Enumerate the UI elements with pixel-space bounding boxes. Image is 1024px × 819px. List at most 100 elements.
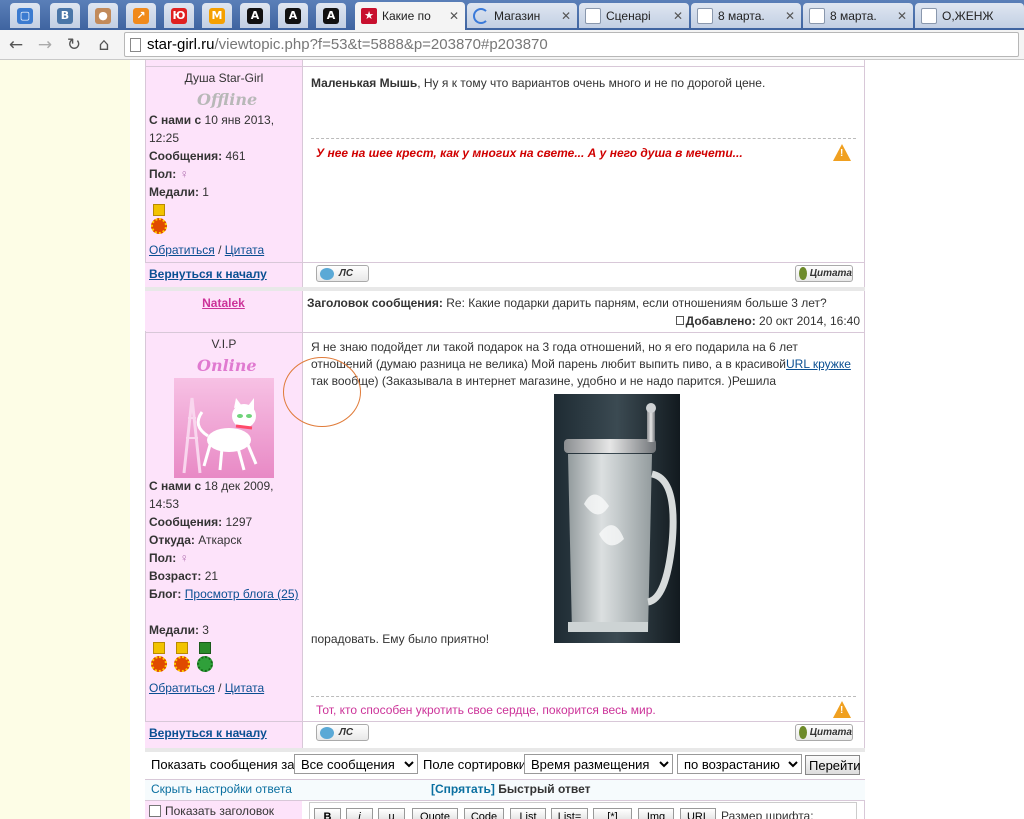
show-subject-checkbox[interactable] [149,805,161,817]
chart-icon: ↗ [133,7,149,24]
tab-title: 8 марта. [830,8,877,23]
female-icon: ♀ [179,167,189,181]
pm-button[interactable]: ЛС [316,265,369,282]
tab-active[interactable]: ★ Какие по ✕ [355,2,465,30]
img-button[interactable]: Img [638,808,674,819]
post-author-link[interactable]: Natalek [145,296,302,310]
beer-mug-image [554,394,680,643]
blog-link[interactable]: Просмотр блога (25) [185,587,299,601]
pinned-tab[interactable]: M [202,3,232,28]
quote-link[interactable]: Цитата [225,681,264,695]
page-icon [697,7,713,24]
show-label: Показать сообщения за: [151,757,299,772]
url-button[interactable]: URL [680,808,716,819]
quote-button[interactable]: Цитата [795,265,853,282]
pinned-tab[interactable]: ▢ [10,3,40,28]
tab[interactable]: Сценарі ✕ [579,3,689,28]
medal-icon [196,642,214,672]
sort-field-select[interactable]: Время размещения [524,754,673,774]
user-joined: С нами с 18 дек 2009, 14:53 [149,479,274,511]
browser-toolbar: ← → ↻ ⌂ star-girl.ru/viewtopic.php?f=53&… [0,30,1024,60]
quote-icon [799,267,807,280]
tab-title: О,ЖЕНЖ [942,8,994,23]
home-icon[interactable]: ⌂ [93,34,115,56]
contact-link[interactable]: Обратиться [149,681,215,695]
pm-icon [320,726,334,739]
user-gender: Пол: ♀ [149,551,189,565]
page-icon [809,7,825,24]
back-arrow-icon[interactable]: ← [5,34,27,56]
tab[interactable]: 8 марта. ✕ [803,3,913,28]
quote-icon [799,726,807,739]
list-item-button[interactable]: [*] [593,808,632,819]
italic-button[interactable]: i [346,808,373,819]
user-age: Возраст: 21 [149,569,219,583]
signature-text: У нее на шее крест, как у многих на свет… [316,146,743,160]
back-to-top-link[interactable]: Вернуться к началу [149,726,267,740]
post-subject: Заголовок сообщения: Re: Какие подарки д… [307,296,827,310]
report-warning-icon[interactable]: ! [833,144,851,161]
medal-icon [150,204,168,234]
vk-icon: В [57,7,73,24]
female-icon: ♀ [179,551,189,565]
sort-direction-select[interactable]: по возрастанию [677,754,802,774]
hide-reply-link[interactable]: [Спрятать] [431,782,495,796]
profile-links: Обратиться / Цитата [149,681,265,695]
quote-link[interactable]: Цитата [225,243,264,257]
pinned-tab[interactable]: ● [88,3,118,28]
hand-drawn-circle [283,357,361,427]
go-button[interactable]: Перейти [805,755,861,775]
pinned-tab[interactable]: A [278,3,308,28]
pinned-tab[interactable]: Ю [164,3,194,28]
star-icon: ★ [361,8,377,24]
tab[interactable]: О,ЖЕНЖ [915,3,1024,28]
avatar[interactable] [174,378,274,478]
signature-divider [311,696,856,697]
page-icon [585,7,601,24]
hide-settings-link[interactable]: Скрыть настройки ответа [151,782,292,796]
code-button[interactable]: Code [464,808,504,819]
close-icon[interactable]: ✕ [561,9,571,23]
user-messages: Сообщения: 1297 [149,515,253,529]
user-joined: С нами с 10 янв 2013, 12:25 [149,113,275,145]
reload-icon[interactable]: ↻ [63,34,85,56]
table-border-left [145,60,146,819]
forward-arrow-icon[interactable]: → [34,34,56,56]
loading-icon [473,7,489,24]
pinned-tab[interactable]: В [50,3,80,28]
tab[interactable]: 8 марта. ✕ [691,3,801,28]
forum-topic: Душа Star-Girl Offline С нами с 10 янв 2… [145,60,865,819]
medal-icon [173,642,191,672]
online-status: Online [197,356,257,375]
close-icon[interactable]: ✕ [897,9,907,23]
close-icon[interactable]: ✕ [673,9,683,23]
a-icon: A [247,7,263,24]
page-icon [921,7,937,24]
list-button[interactable]: List [510,808,546,819]
address-bar[interactable]: star-girl.ru/viewtopic.php?f=53&t=5888&p… [124,32,1019,57]
pinned-tab[interactable]: A [316,3,346,28]
url-link[interactable]: URL кружке [786,357,851,371]
tab[interactable]: Магазин ✕ [467,3,577,28]
close-icon[interactable]: ✕ [449,9,459,23]
pinned-tab[interactable]: A [240,3,270,28]
pinned-tab[interactable]: ↗ [126,3,156,28]
user-location: Откуда: Аткарск [149,533,242,547]
back-to-top-link[interactable]: Вернуться к началу [149,267,267,281]
a-icon: A [285,7,301,24]
contact-link[interactable]: Обратиться [149,243,215,257]
url-path: /viewtopic.php?f=53&t=5888&p=203870#p203… [214,36,548,53]
close-icon[interactable]: ✕ [785,9,795,23]
row-divider [145,332,865,333]
report-warning-icon[interactable]: ! [833,701,851,718]
post-text-end: порадовать. Ему было приятно! [311,632,490,646]
bold-button[interactable]: B [314,808,341,819]
quote-tag-button[interactable]: Quote [412,808,458,819]
offline-status: Offline [197,90,258,109]
quote-button[interactable]: Цитата [795,724,853,741]
period-select[interactable]: Все сообщения [294,754,418,774]
url-host: star-girl.ru [147,36,215,53]
pm-button[interactable]: ЛС [316,724,369,741]
underline-button[interactable]: u [378,808,405,819]
ordered-list-button[interactable]: List= [551,808,588,819]
